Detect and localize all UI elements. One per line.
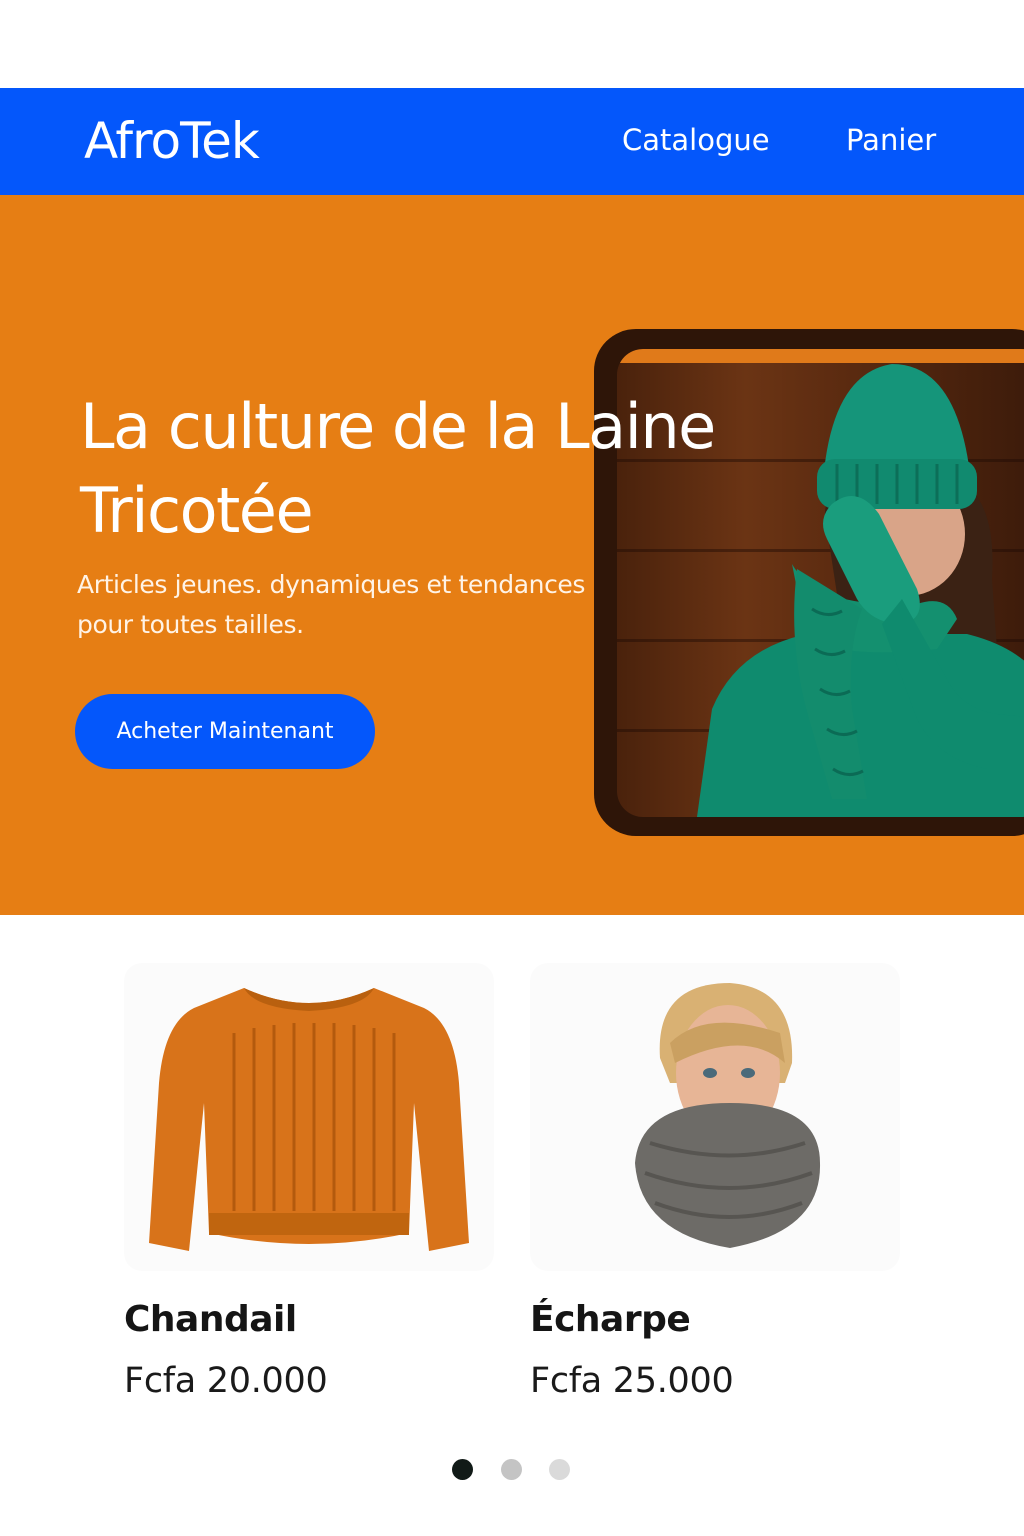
carousel-dot[interactable] [501,1459,522,1480]
product-price: Fcfa 25.000 [530,1361,734,1401]
product-card[interactable]: Chandail Fcfa 20.000 [124,963,494,1401]
hero-subtitle-line-2: pour toutes tailles. [77,610,304,639]
carousel-dot[interactable] [549,1459,570,1480]
top-navbar: AfroTek Catalogue Panier [0,88,1024,195]
carousel-pagination [452,1459,572,1481]
buy-now-button[interactable]: Acheter Maintenant [75,694,375,769]
product-price: Fcfa 20.000 [124,1361,328,1401]
nav-link-panier[interactable]: Panier [846,123,936,157]
product-image-scarf[interactable] [530,963,900,1271]
hero-banner: La culture de la Laine Tricotée Articles… [0,195,1024,915]
product-card[interactable]: Écharpe Fcfa 25.000 [530,963,900,1401]
carousel-dot-active[interactable] [452,1459,473,1480]
nav-link-catalogue[interactable]: Catalogue [622,123,770,157]
product-name[interactable]: Chandail [124,1299,297,1340]
scarf-mannequin-icon [635,983,821,1248]
hero-subtitle: Articles jeunes. dynamiques et tendances… [77,565,617,645]
brand-logo[interactable]: AfroTek [84,112,260,170]
product-image-sweater[interactable] [124,963,494,1271]
product-name[interactable]: Écharpe [530,1299,691,1340]
hero-subtitle-line-1: Articles jeunes. dynamiques et tendances [77,570,586,599]
sweater-icon [149,988,469,1251]
hero-title-line-1: La culture de la Laine [80,390,716,463]
hero-title-line-2: Tricotée [80,474,314,547]
hero-title: La culture de la Laine Tricotée [80,385,760,553]
